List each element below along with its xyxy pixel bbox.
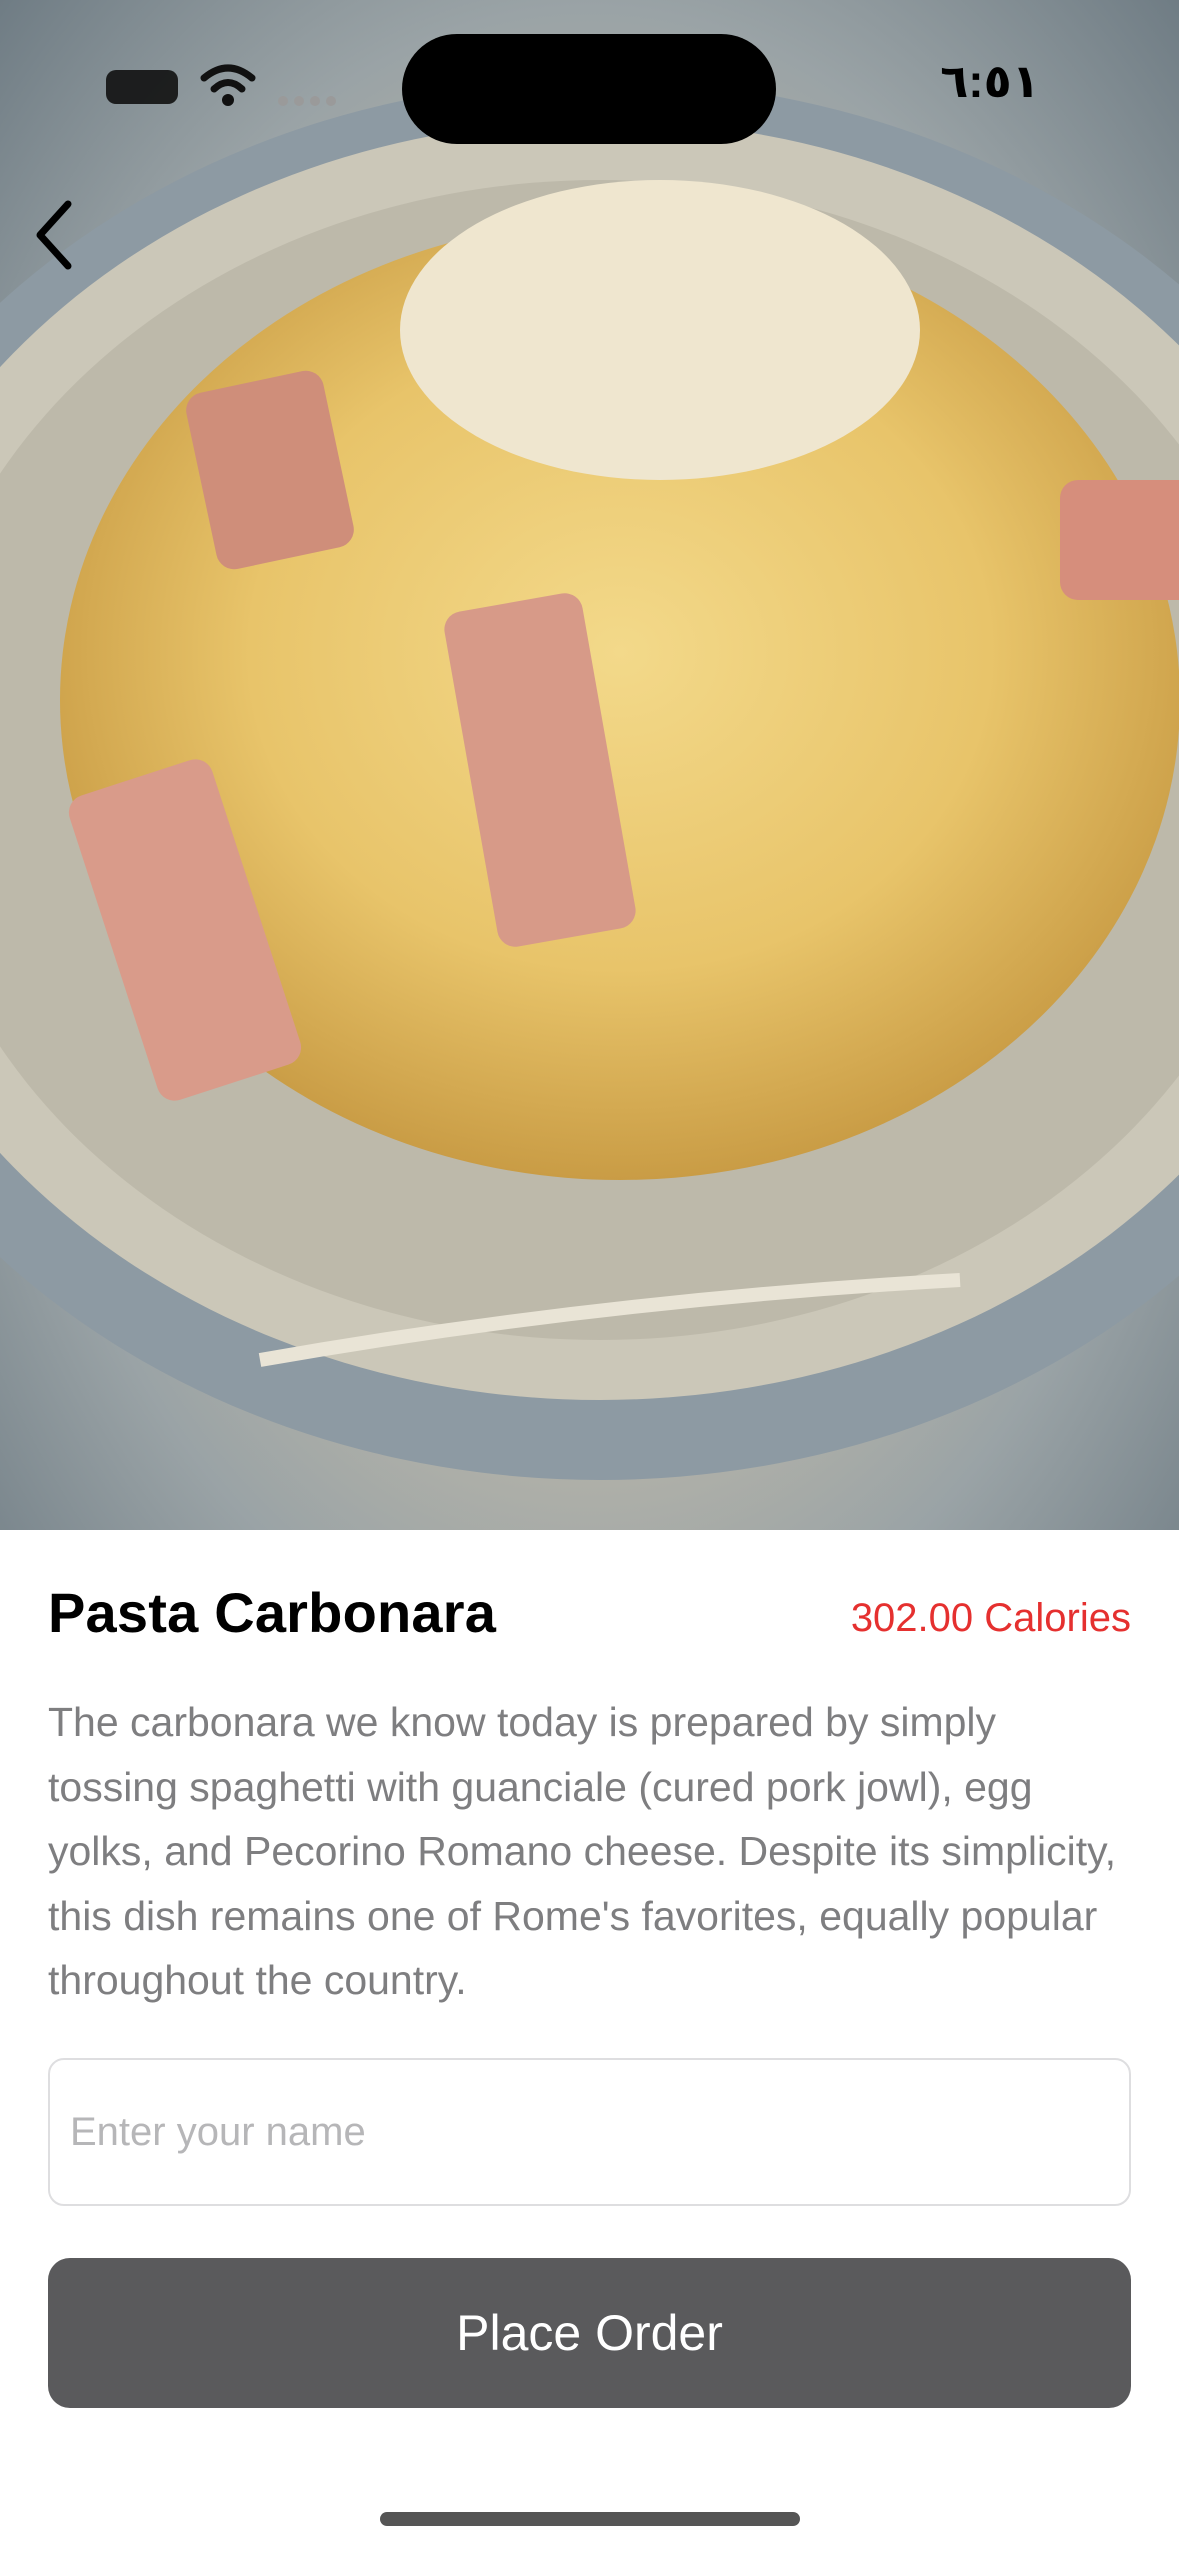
wifi-icon bbox=[200, 64, 256, 106]
dish-photo: ٦:٥١ bbox=[0, 0, 1179, 1530]
status-bar: ٦:٥١ bbox=[0, 0, 1179, 180]
pasta-image bbox=[0, 80, 1179, 1480]
dish-description: The carbonara we know today is prepared … bbox=[48, 1699, 1116, 2003]
name-input[interactable] bbox=[48, 2058, 1131, 2206]
dynamic-island bbox=[402, 34, 776, 144]
signal-icon bbox=[278, 96, 336, 106]
calories-label: 302.00 Calories bbox=[850, 1596, 1131, 1640]
chevron-left-icon bbox=[36, 200, 72, 270]
status-time: ٦:٥١ bbox=[940, 55, 1040, 107]
place-order-button[interactable]: Place Order bbox=[48, 2258, 1131, 2408]
home-indicator bbox=[380, 2512, 800, 2526]
dish-title: Pasta Carbonara bbox=[48, 1581, 497, 1644]
dish-details: Pasta Carbonara 302.00 Calories The carb… bbox=[0, 1530, 1179, 2556]
battery-icon bbox=[106, 70, 178, 104]
back-button[interactable] bbox=[14, 190, 104, 280]
